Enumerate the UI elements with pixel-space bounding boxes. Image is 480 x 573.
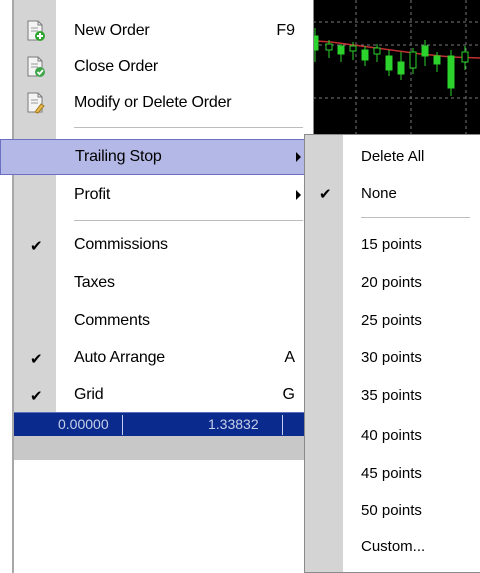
- submenu-item-40-points[interactable]: 40 points: [305, 418, 480, 454]
- menu-item-shortcut: G: [282, 386, 295, 403]
- menu-item-label: Custom...: [361, 538, 426, 555]
- menu-item-auto-arrange[interactable]: ✔ Auto Arrange A: [14, 341, 313, 375]
- submenu-item-25-points[interactable]: 25 points: [305, 303, 480, 339]
- terminal-value-2: 1.33832: [208, 416, 259, 432]
- checkmark-icon: ✔: [30, 388, 43, 405]
- menu-separator: [74, 220, 303, 221]
- menu-item-label: Profit: [74, 186, 111, 203]
- menu-item-label: Trailing Stop: [75, 148, 162, 165]
- menu-item-commissions[interactable]: ✔ Commissions: [14, 228, 313, 262]
- menu-item-shortcut: A: [284, 349, 295, 366]
- submenu-arrow-icon: [296, 190, 301, 200]
- submenu-item-45-points[interactable]: 45 points: [305, 456, 480, 492]
- menu-item-label: 45 points: [361, 465, 422, 482]
- menu-item-label: 25 points: [361, 312, 422, 329]
- submenu-arrow-icon: [296, 152, 301, 162]
- submenu-item-custom[interactable]: Custom...: [305, 529, 480, 565]
- menu-item-label: 15 points: [361, 236, 422, 253]
- terminal-order-row[interactable]: 0.00000 1.33832: [14, 412, 314, 436]
- context-menu: New Order F9 Close Order Modify or Delet…: [0, 0, 314, 412]
- menu-item-comments[interactable]: Comments: [14, 304, 313, 338]
- menu-item-label: New Order: [74, 22, 150, 39]
- price-chart[interactable]: [300, 0, 480, 136]
- menu-item-label: Delete All: [361, 148, 425, 165]
- submenu-item-none[interactable]: ✔ None: [305, 176, 480, 212]
- modify-order-icon: [27, 92, 45, 114]
- menu-item-grid[interactable]: ✔ Grid G: [14, 378, 313, 412]
- submenu-item-50-points[interactable]: 50 points: [305, 493, 480, 529]
- menu-item-taxes[interactable]: Taxes: [14, 266, 313, 300]
- menu-item-label: None: [361, 185, 397, 202]
- menu-separator: [361, 217, 470, 218]
- column-divider: [122, 415, 123, 435]
- menu-item-label: Comments: [74, 312, 150, 329]
- menu-item-close-order[interactable]: Close Order: [14, 50, 313, 84]
- menu-item-label: 35 points: [361, 387, 422, 404]
- menu-item-trailing-stop[interactable]: Trailing Stop: [0, 139, 314, 175]
- menu-item-label: Close Order: [74, 58, 159, 75]
- checkmark-icon: ✔: [319, 186, 332, 203]
- close-order-icon: [27, 56, 45, 77]
- menu-item-profit[interactable]: Profit: [14, 178, 313, 212]
- menu-item-label: Commissions: [74, 236, 168, 253]
- menu-item-label: Grid: [74, 386, 104, 403]
- menu-item-label: 40 points: [361, 427, 422, 444]
- column-divider: [282, 415, 283, 435]
- submenu-item-30-points[interactable]: 30 points: [305, 340, 480, 376]
- terminal-value-1: 0.00000: [58, 416, 109, 432]
- menu-item-modify-delete-order[interactable]: Modify or Delete Order: [14, 86, 313, 120]
- menu-item-label: Modify or Delete Order: [74, 94, 232, 111]
- submenu-item-15-points[interactable]: 15 points: [305, 227, 480, 263]
- menu-item-label: Auto Arrange: [74, 349, 165, 366]
- trailing-stop-submenu: Delete All ✔ None 15 points 20 points 25…: [304, 134, 480, 573]
- submenu-item-delete-all[interactable]: Delete All: [305, 139, 480, 175]
- checkmark-icon: ✔: [30, 351, 43, 368]
- menu-item-label: 50 points: [361, 502, 422, 519]
- menu-separator: [74, 127, 303, 128]
- screen: 0.00000 1.33832 New Order F9 Close Order…: [0, 0, 480, 573]
- terminal-empty-row: [14, 436, 314, 460]
- menu-item-label: 30 points: [361, 349, 422, 366]
- menu-item-label: 20 points: [361, 274, 422, 291]
- menu-item-label: Taxes: [74, 274, 115, 291]
- submenu-item-20-points[interactable]: 20 points: [305, 265, 480, 301]
- menu-item-shortcut: F9: [276, 22, 295, 39]
- menu-item-new-order[interactable]: New Order F9: [14, 14, 313, 48]
- candlestick-chart: [301, 0, 480, 136]
- submenu-item-35-points[interactable]: 35 points: [305, 378, 480, 414]
- checkmark-icon: ✔: [30, 238, 43, 255]
- new-order-icon: [27, 20, 45, 41]
